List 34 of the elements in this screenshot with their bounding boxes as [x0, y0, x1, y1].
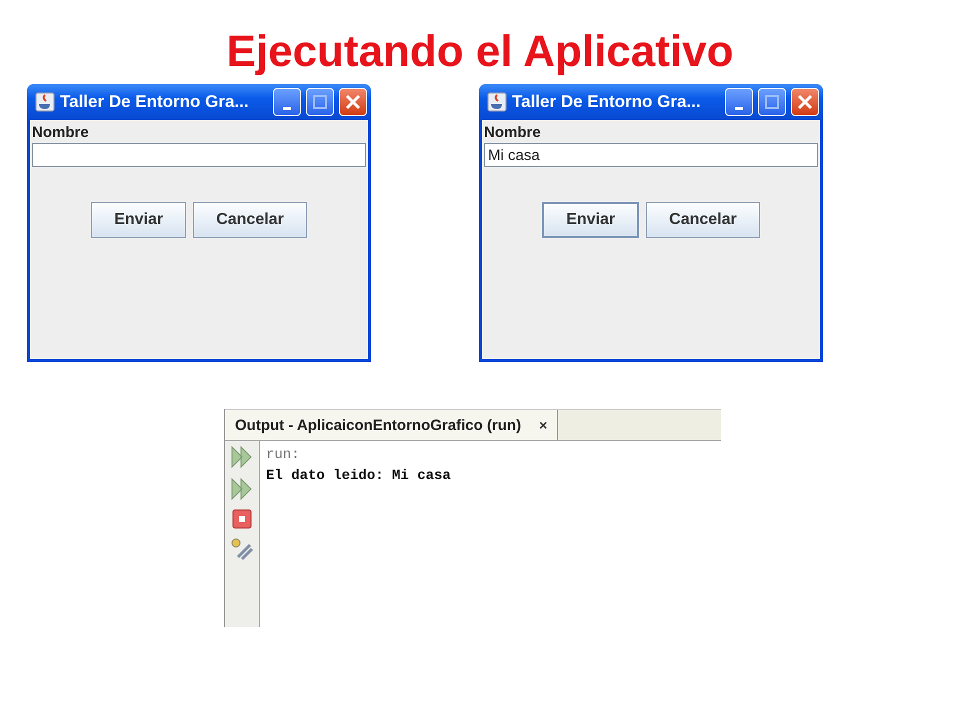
- console-line: El dato leido: Mi casa: [266, 468, 451, 484]
- minimize-button[interactable]: [725, 88, 753, 116]
- close-button[interactable]: [791, 88, 819, 116]
- maximize-icon: [765, 95, 779, 109]
- rerun-icon[interactable]: [230, 445, 254, 469]
- field-label: Nombre: [484, 124, 542, 141]
- close-tab-button[interactable]: ×: [539, 417, 548, 433]
- close-icon: [797, 94, 813, 110]
- maximize-icon: [313, 95, 327, 109]
- minimize-icon: [283, 106, 291, 110]
- close-icon: [345, 94, 361, 110]
- settings-icon[interactable]: [230, 537, 254, 561]
- cancel-button[interactable]: Cancelar: [193, 202, 307, 238]
- output-tab[interactable]: Output - AplicaiconEntornoGrafico (run) ×: [225, 410, 558, 440]
- tab-title: Output - AplicaiconEntornoGrafico (run): [235, 416, 522, 434]
- rerun-icon[interactable]: [230, 477, 254, 501]
- maximize-button[interactable]: [758, 88, 786, 116]
- minimize-button[interactable]: [273, 88, 301, 116]
- close-button[interactable]: [339, 88, 367, 116]
- name-field[interactable]: [32, 143, 366, 167]
- maximize-button[interactable]: [306, 88, 334, 116]
- java-icon: [35, 92, 55, 112]
- java-icon: [487, 92, 507, 112]
- field-label: Nombre: [32, 124, 90, 141]
- slide-title: Ejecutando el Aplicativo: [226, 26, 734, 78]
- stop-icon[interactable]: [232, 509, 252, 529]
- console-line: run:: [266, 447, 301, 463]
- cancel-button[interactable]: Cancelar: [646, 202, 760, 238]
- minimize-icon: [735, 106, 743, 110]
- window-title: Taller De Entorno Gra...: [512, 92, 702, 112]
- window-title: Taller De Entorno Gra...: [60, 92, 250, 112]
- send-button[interactable]: Enviar: [91, 202, 186, 238]
- send-button[interactable]: Enviar: [542, 202, 640, 238]
- name-field[interactable]: Mi casa: [484, 143, 818, 167]
